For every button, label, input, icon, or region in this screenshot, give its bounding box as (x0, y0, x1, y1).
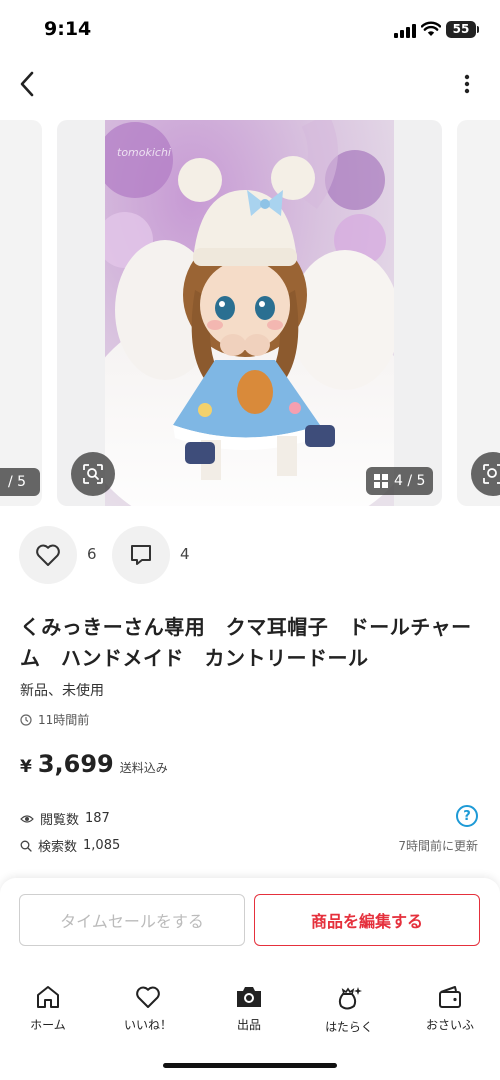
tab-work-label: はたらく (325, 1020, 373, 1034)
slide-counter-text: 4 / 5 (394, 473, 426, 489)
like-button[interactable] (19, 526, 77, 584)
image-carousel[interactable]: / 5 tomokichi 4 / 5 (0, 120, 500, 508)
heart-icon (36, 544, 60, 566)
bottom-action-sheet: タイムセールをする 商品を編集する (0, 878, 500, 1080)
price: ¥ 3,699 送料込み (20, 750, 168, 778)
updated-time: 7時間前に更新 (398, 839, 478, 853)
vertical-dots-icon (464, 74, 470, 94)
tab-home-label: ホーム (30, 1018, 66, 1032)
posted-time: 11時間前 (20, 711, 89, 728)
watermark-text: tomokichi (117, 146, 171, 159)
comment-button[interactable] (112, 526, 170, 584)
like-count: 6 (87, 545, 97, 563)
status-bar: 9:14 55 (0, 0, 500, 60)
slide-counter: 4 / 5 (366, 467, 434, 495)
search-stat: 検索数 1,085 (20, 836, 120, 855)
heart-icon (136, 986, 160, 1008)
back-button[interactable] (10, 64, 44, 104)
edit-item-button[interactable]: 商品を編集する (254, 894, 480, 946)
views-stat: 閲覧数 187 (20, 809, 110, 828)
battery-nub (477, 26, 479, 33)
carousel-next-slide[interactable] (457, 120, 500, 506)
comment-count: 4 (180, 545, 190, 563)
image-search-button[interactable] (71, 452, 115, 496)
battery-icon: 55 (446, 21, 476, 38)
posted-time-text: 11時間前 (38, 713, 90, 727)
carousel-current-slide[interactable]: tomokichi 4 / 5 (57, 120, 442, 506)
tab-sell[interactable]: 出品 (209, 984, 289, 1033)
views-label: 閲覧数 (40, 813, 80, 828)
tab-work[interactable]: はたらく (309, 984, 389, 1035)
product-photo[interactable]: tomokichi (105, 120, 394, 506)
wallet-icon (439, 986, 461, 1008)
item-condition: 新品、未使用 (20, 683, 104, 699)
image-search-icon (483, 464, 500, 484)
carousel-prev-slide[interactable]: / 5 (0, 120, 42, 506)
price-value: 3,699 (37, 750, 114, 778)
tab-wallet-label: おさいふ (425, 1018, 474, 1032)
tab-wallet[interactable]: おさいふ (410, 984, 490, 1033)
tab-likes-label: いいね！ (123, 1018, 172, 1032)
image-search-icon (83, 464, 103, 484)
search-value: 1,085 (83, 838, 121, 853)
more-options-button[interactable] (452, 66, 482, 102)
tab-sell-label: 出品 (236, 1018, 261, 1032)
clock-icon (20, 713, 32, 726)
time-sale-button[interactable]: タイムセールをする (19, 894, 245, 946)
tab-home[interactable]: ホーム (8, 984, 88, 1033)
doll-photo-illustration: tomokichi (105, 120, 394, 506)
camera-icon (237, 987, 261, 1007)
grid-icon (374, 474, 388, 488)
help-icon[interactable]: ? (456, 805, 478, 827)
search-icon (20, 840, 32, 852)
tab-likes[interactable]: いいね！ (108, 984, 188, 1033)
home-indicator (163, 1063, 337, 1068)
sparkle-bag-icon (338, 987, 362, 1010)
views-value: 187 (85, 811, 110, 826)
prev-slide-counter: / 5 (0, 468, 40, 496)
tab-bar: ホーム いいね！ 出品 はたらく おさいふ (0, 984, 500, 1040)
shipping-note: 送料込み (119, 761, 168, 775)
comment-icon (131, 545, 151, 565)
wifi-icon (421, 21, 441, 36)
chevron-left-icon (20, 71, 34, 97)
search-label: 検索数 (38, 840, 78, 855)
next-image-search-button[interactable] (471, 452, 500, 496)
price-currency: ¥ (20, 757, 32, 777)
prev-counter-text: / 5 (8, 474, 27, 490)
item-title: くみっきーさん専用 クマ耳帽子 ドールチャーム ハンドメイド カントリードール (20, 615, 472, 670)
signal-icon (394, 24, 416, 38)
status-time: 9:14 (44, 18, 92, 40)
eye-icon (20, 814, 34, 823)
home-icon (37, 986, 59, 1008)
